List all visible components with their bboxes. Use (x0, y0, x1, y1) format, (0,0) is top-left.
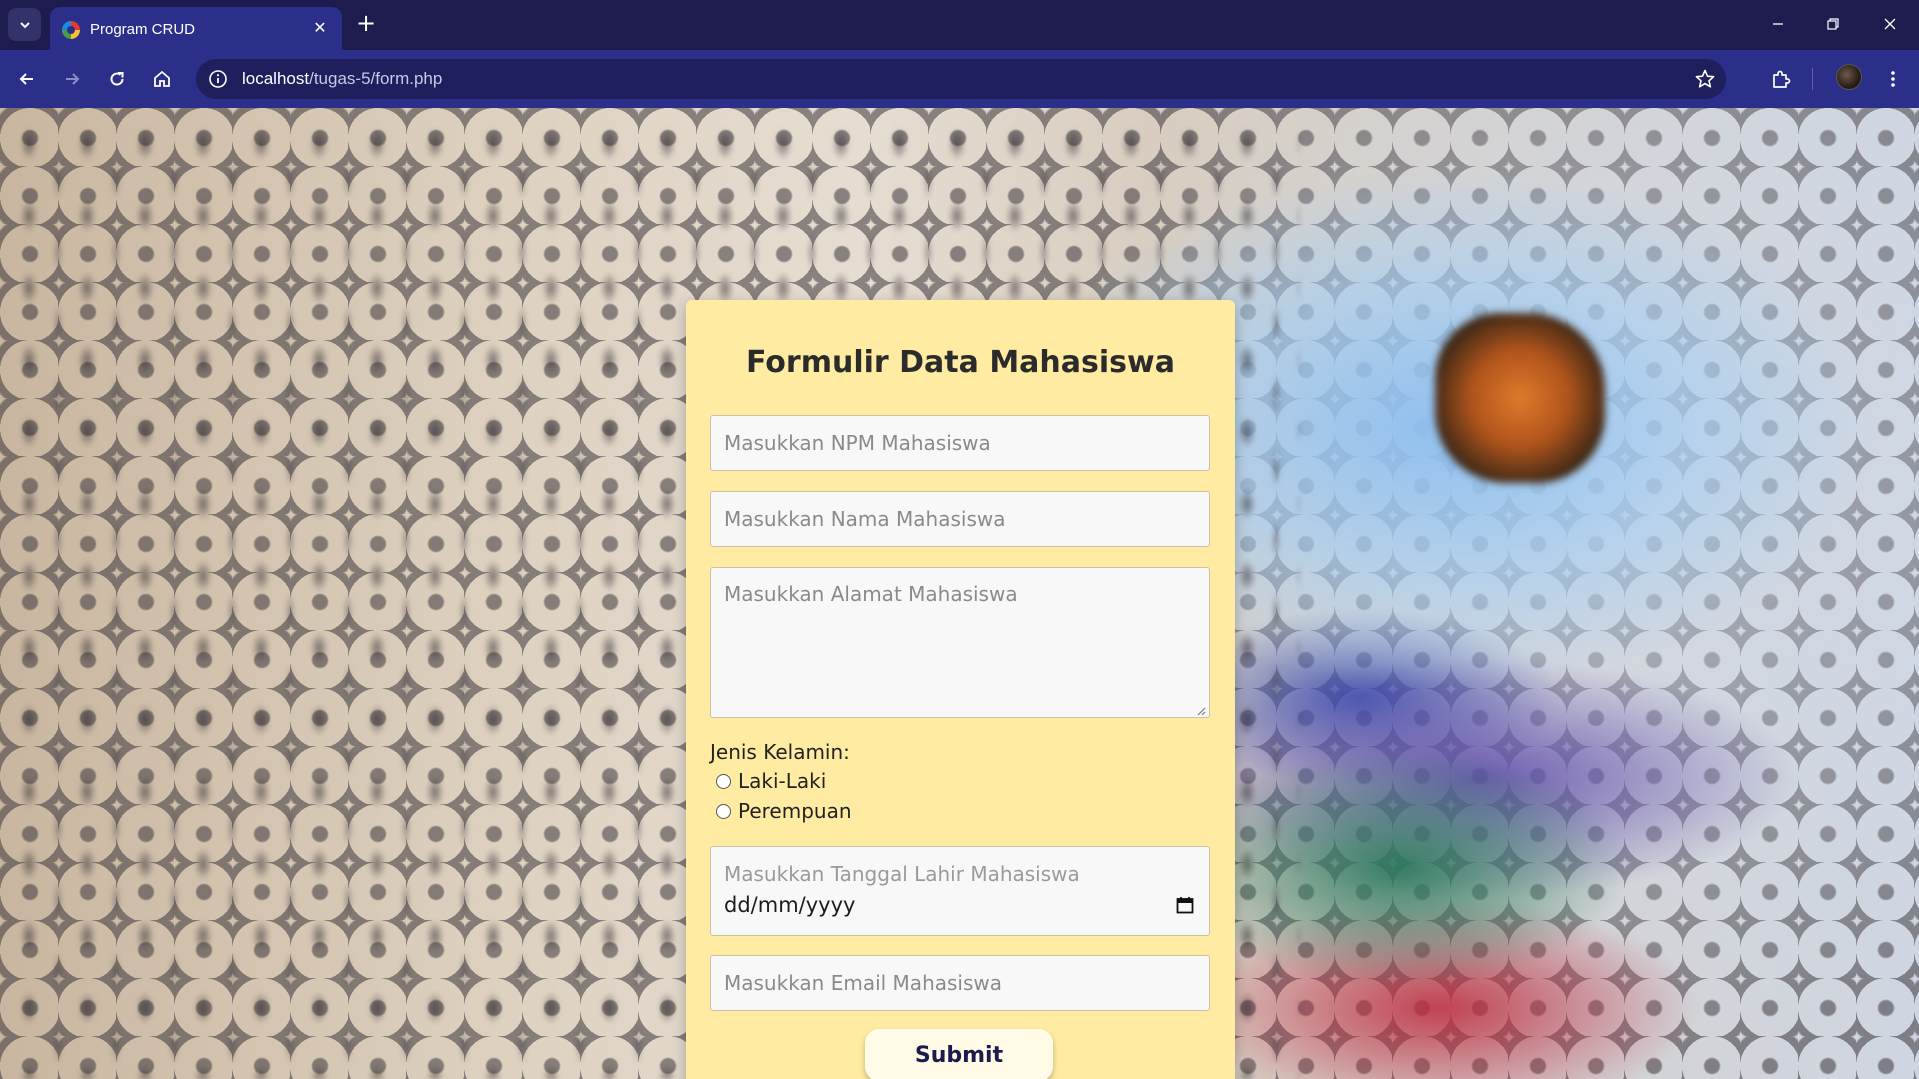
minimize-icon (1773, 23, 1783, 25)
home-button[interactable] (146, 63, 178, 95)
tab-strip: Program CRUD ✕ + (0, 0, 1919, 50)
back-button[interactable] (11, 63, 43, 95)
tab-title: Program CRUD (90, 21, 196, 38)
url-text: localhost/tugas-5/form.php (242, 69, 442, 89)
site-info-icon[interactable] (208, 69, 228, 89)
restore-icon (1827, 18, 1839, 30)
extensions-button[interactable] (1765, 63, 1797, 95)
gender-option-laki-laki[interactable]: Laki-Laki (716, 769, 826, 793)
forward-arrow-icon (66, 73, 80, 85)
radio-laki-laki[interactable] (716, 773, 731, 789)
radio-perempuan[interactable] (716, 803, 731, 819)
bookmark-star-icon[interactable] (1694, 68, 1716, 90)
window-close-button[interactable] (1872, 8, 1908, 40)
form-title: Formulir Data Mahasiswa (746, 345, 1175, 380)
chevron-down-icon (19, 21, 30, 28)
reload-button[interactable] (101, 63, 133, 95)
new-tab-button[interactable]: + (352, 10, 380, 38)
calendar-icon[interactable] (1175, 895, 1195, 915)
browser-tab[interactable]: Program CRUD ✕ (50, 7, 342, 50)
more-vert-icon (1891, 71, 1895, 87)
radio-label-perempuan: Perempuan (738, 799, 852, 823)
back-arrow-icon (19, 73, 33, 85)
page-background: Formulir Data Mahasiswa Jenis Kelamin: L… (0, 108, 1919, 1079)
window-close-icon (1884, 18, 1896, 30)
minimize-button[interactable] (1760, 8, 1796, 40)
profile-avatar[interactable] (1836, 64, 1862, 90)
browser-menu-button[interactable] (1877, 63, 1909, 95)
address-bar[interactable]: localhost/tugas-5/form.php (196, 59, 1726, 99)
forward-button[interactable] (56, 63, 88, 95)
tanggal-lahir-field[interactable]: Masukkan Tanggal Lahir Mahasiswa dd/mm/y… (710, 846, 1210, 936)
gender-option-perempuan[interactable]: Perempuan (716, 799, 852, 823)
close-tab-icon[interactable]: ✕ (310, 18, 330, 38)
student-form: Formulir Data Mahasiswa Jenis Kelamin: L… (686, 300, 1235, 1079)
reload-icon (110, 72, 124, 86)
home-icon (154, 70, 170, 87)
submit-button[interactable]: Submit (865, 1029, 1053, 1079)
npm-input[interactable] (710, 415, 1210, 471)
radio-label-laki-laki: Laki-Laki (738, 769, 827, 793)
url-path: /tugas-5/form.php (309, 69, 443, 88)
gender-label: Jenis Kelamin: (710, 740, 850, 764)
tanggal-lahir-placeholder: Masukkan Tanggal Lahir Mahasiswa (724, 862, 1080, 886)
chrome-favicon-icon (62, 21, 80, 39)
nama-input[interactable] (710, 491, 1210, 547)
tab-list-button[interactable] (8, 8, 41, 41)
flag-emblem-image (1435, 313, 1605, 483)
toolbar-separator (1812, 68, 1813, 90)
tanggal-lahir-value[interactable]: dd/mm/yyyy (724, 893, 855, 917)
browser-toolbar: localhost/tugas-5/form.php (0, 50, 1919, 108)
email-input[interactable] (710, 955, 1210, 1011)
resize-handle-icon[interactable] (1194, 704, 1206, 716)
restore-button[interactable] (1815, 8, 1851, 40)
alamat-textarea[interactable] (710, 567, 1210, 718)
puzzle-icon (1773, 70, 1791, 88)
url-host: localhost (242, 69, 310, 88)
